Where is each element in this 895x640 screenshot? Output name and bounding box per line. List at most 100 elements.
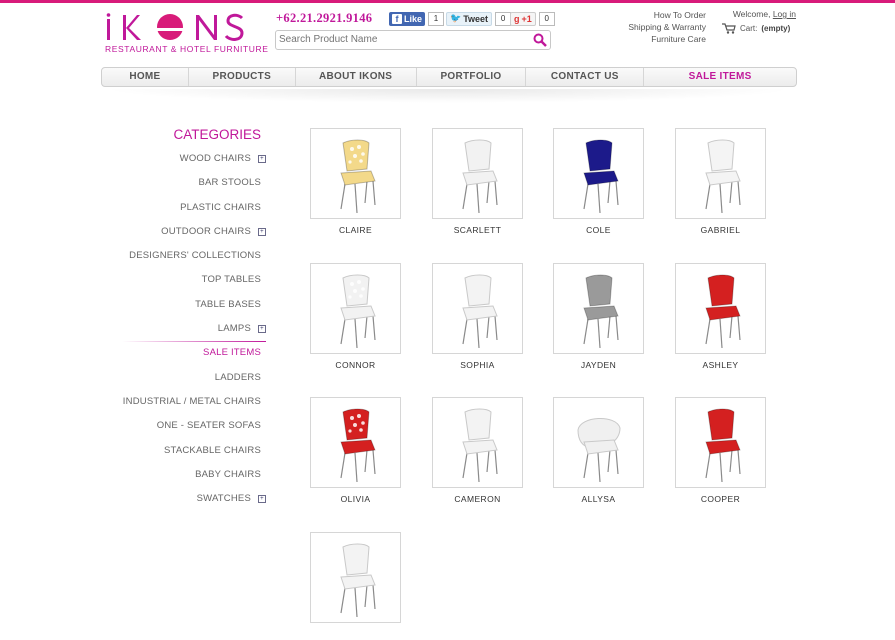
product-name[interactable]: COOPER xyxy=(675,494,766,504)
chair-image xyxy=(705,274,741,349)
product-thumbnail[interactable] xyxy=(675,397,766,488)
category-item[interactable]: SALE ITEMS xyxy=(100,341,266,368)
product-name[interactable]: SOPHIA xyxy=(432,360,523,370)
cart-icon xyxy=(722,23,736,34)
category-label: TOP TABLES xyxy=(201,274,261,286)
product-card[interactable]: JAYDEN xyxy=(553,263,644,371)
category-item[interactable]: PLASTIC CHAIRS xyxy=(100,199,266,223)
product-thumbnail[interactable] xyxy=(432,128,523,219)
chair-image xyxy=(583,274,619,349)
category-item[interactable]: TABLE BASES xyxy=(100,296,266,320)
search-input[interactable] xyxy=(279,32,519,47)
cart-value: (empty) xyxy=(761,24,791,33)
facebook-like[interactable]: f Like 1 xyxy=(389,11,445,26)
logo-mark xyxy=(106,13,244,41)
expand-icon[interactable]: + xyxy=(258,155,266,163)
product-card[interactable]: SOPHIA xyxy=(432,263,523,371)
product-thumbnail[interactable] xyxy=(553,128,644,219)
category-item[interactable]: TOP TABLES xyxy=(100,271,266,295)
category-item[interactable]: DESIGNERS' COLLECTIONS xyxy=(100,247,266,271)
search-icon[interactable] xyxy=(533,33,547,47)
category-item[interactable]: LADDERS xyxy=(100,369,266,393)
chair-image xyxy=(462,274,498,349)
product-card[interactable]: COLE xyxy=(553,128,644,236)
cart[interactable]: Cart: (empty) xyxy=(722,23,790,34)
category-item[interactable]: OUTDOOR CHAIRS + xyxy=(100,223,266,247)
how-to-order-link[interactable]: How To Order xyxy=(600,9,706,21)
category-label: BABY CHAIRS xyxy=(195,468,261,480)
chair-image xyxy=(340,139,376,214)
category-label: WOOD CHAIRS xyxy=(179,153,251,164)
nav-sale-items[interactable]: SALE ITEMS xyxy=(644,68,796,86)
product-thumbnail[interactable] xyxy=(553,263,644,354)
twitter-tweet[interactable]: 🐦 Tweet 0 xyxy=(446,11,512,26)
shipping-warranty-link[interactable]: Shipping & Warranty xyxy=(600,21,706,33)
product-thumbnail[interactable] xyxy=(675,128,766,219)
category-label: STACKABLE CHAIRS xyxy=(164,444,261,456)
product-card[interactable]: CLAIRE xyxy=(310,128,401,236)
product-card[interactable]: ASHLEY xyxy=(675,263,766,371)
product-name[interactable]: CONNOR xyxy=(310,360,401,370)
category-label: BAR STOOLS xyxy=(198,177,261,189)
category-label: LADDERS xyxy=(214,371,261,383)
product-name[interactable]: COLE xyxy=(553,225,644,235)
facebook-like-count: 1 xyxy=(428,11,445,26)
category-item[interactable]: ONE - SEATER SOFAS xyxy=(100,417,266,441)
expand-icon[interactable]: + xyxy=(258,495,266,504)
logo-subtitle: RESTAURANT & HOTEL FURNITURE xyxy=(105,44,269,54)
google-plus-one[interactable]: g +1 0 xyxy=(510,11,555,26)
product-card[interactable]: COOPER xyxy=(675,397,766,505)
product-card[interactable]: CONNOR xyxy=(310,263,401,371)
facebook-like-label: Like xyxy=(404,13,423,24)
login-link[interactable]: Log in xyxy=(773,9,796,19)
furniture-care-link[interactable]: Furniture Care xyxy=(600,33,706,45)
header-links: How To Order Shipping & Warranty Furnitu… xyxy=(600,9,706,45)
categories-title: CATEGORIES xyxy=(173,127,261,142)
product-thumbnail[interactable] xyxy=(310,397,401,488)
product-name[interactable]: GABRIEL xyxy=(675,225,766,235)
product-thumbnail[interactable] xyxy=(432,263,523,354)
category-label: INDUSTRIAL / METAL CHAIRS xyxy=(122,395,261,407)
category-label: TABLE BASES xyxy=(195,298,261,310)
product-thumbnail[interactable] xyxy=(553,397,644,488)
category-item[interactable]: BAR STOOLS xyxy=(100,174,266,198)
logo[interactable]: RESTAURANT & HOTEL FURNITURE xyxy=(104,12,268,56)
product-thumbnail[interactable] xyxy=(432,397,523,488)
nav-contact-us[interactable]: CONTACT US xyxy=(526,68,645,86)
product-card[interactable]: ALLYSA xyxy=(553,397,644,505)
twitter-icon: 🐦 xyxy=(450,13,462,23)
nav-home[interactable]: HOME xyxy=(102,68,189,86)
nav-portfolio[interactable]: PORTFOLIO xyxy=(417,68,527,86)
category-item[interactable]: INDUSTRIAL / METAL CHAIRS xyxy=(100,393,266,417)
product-name[interactable]: OLIVIA xyxy=(310,494,401,504)
product-name[interactable]: ALLYSA xyxy=(553,494,644,504)
category-item[interactable]: WOOD CHAIRS + xyxy=(100,150,266,174)
product-thumbnail[interactable] xyxy=(310,128,401,219)
expand-icon[interactable]: + xyxy=(258,325,266,334)
product-thumbnail[interactable] xyxy=(675,263,766,354)
product-name[interactable]: CLAIRE xyxy=(310,225,401,235)
chair-image xyxy=(705,408,741,483)
nav-shadow xyxy=(101,89,795,103)
product-name[interactable]: ASHLEY xyxy=(675,360,766,370)
category-label: SWATCHES xyxy=(196,493,251,505)
product-thumbnail[interactable] xyxy=(310,263,401,354)
product-thumbnail[interactable] xyxy=(310,532,401,623)
category-item[interactable]: BABY CHAIRS xyxy=(100,466,266,490)
product-name[interactable]: CAMERON xyxy=(432,494,523,504)
google-plus-count: 0 xyxy=(538,11,555,26)
welcome-bar: Welcome, Log in xyxy=(720,9,796,19)
product-name[interactable]: JAYDEN xyxy=(553,360,644,370)
nav-products[interactable]: PRODUCTS xyxy=(189,68,296,86)
product-card[interactable]: SCARLETT xyxy=(432,128,523,236)
product-name[interactable]: SCARLETT xyxy=(432,225,523,235)
nav-about-ikons[interactable]: ABOUT IKONS xyxy=(296,68,417,86)
category-item[interactable]: STACKABLE CHAIRS xyxy=(100,442,266,466)
product-card[interactable]: GABRIEL xyxy=(675,128,766,236)
chair-image xyxy=(577,417,621,483)
category-item[interactable]: SWATCHES + xyxy=(100,490,266,514)
product-card[interactable]: CAMERON xyxy=(432,397,523,505)
product-card[interactable] xyxy=(310,532,401,640)
product-card[interactable]: OLIVIA xyxy=(310,397,401,505)
expand-icon[interactable]: + xyxy=(258,227,266,236)
